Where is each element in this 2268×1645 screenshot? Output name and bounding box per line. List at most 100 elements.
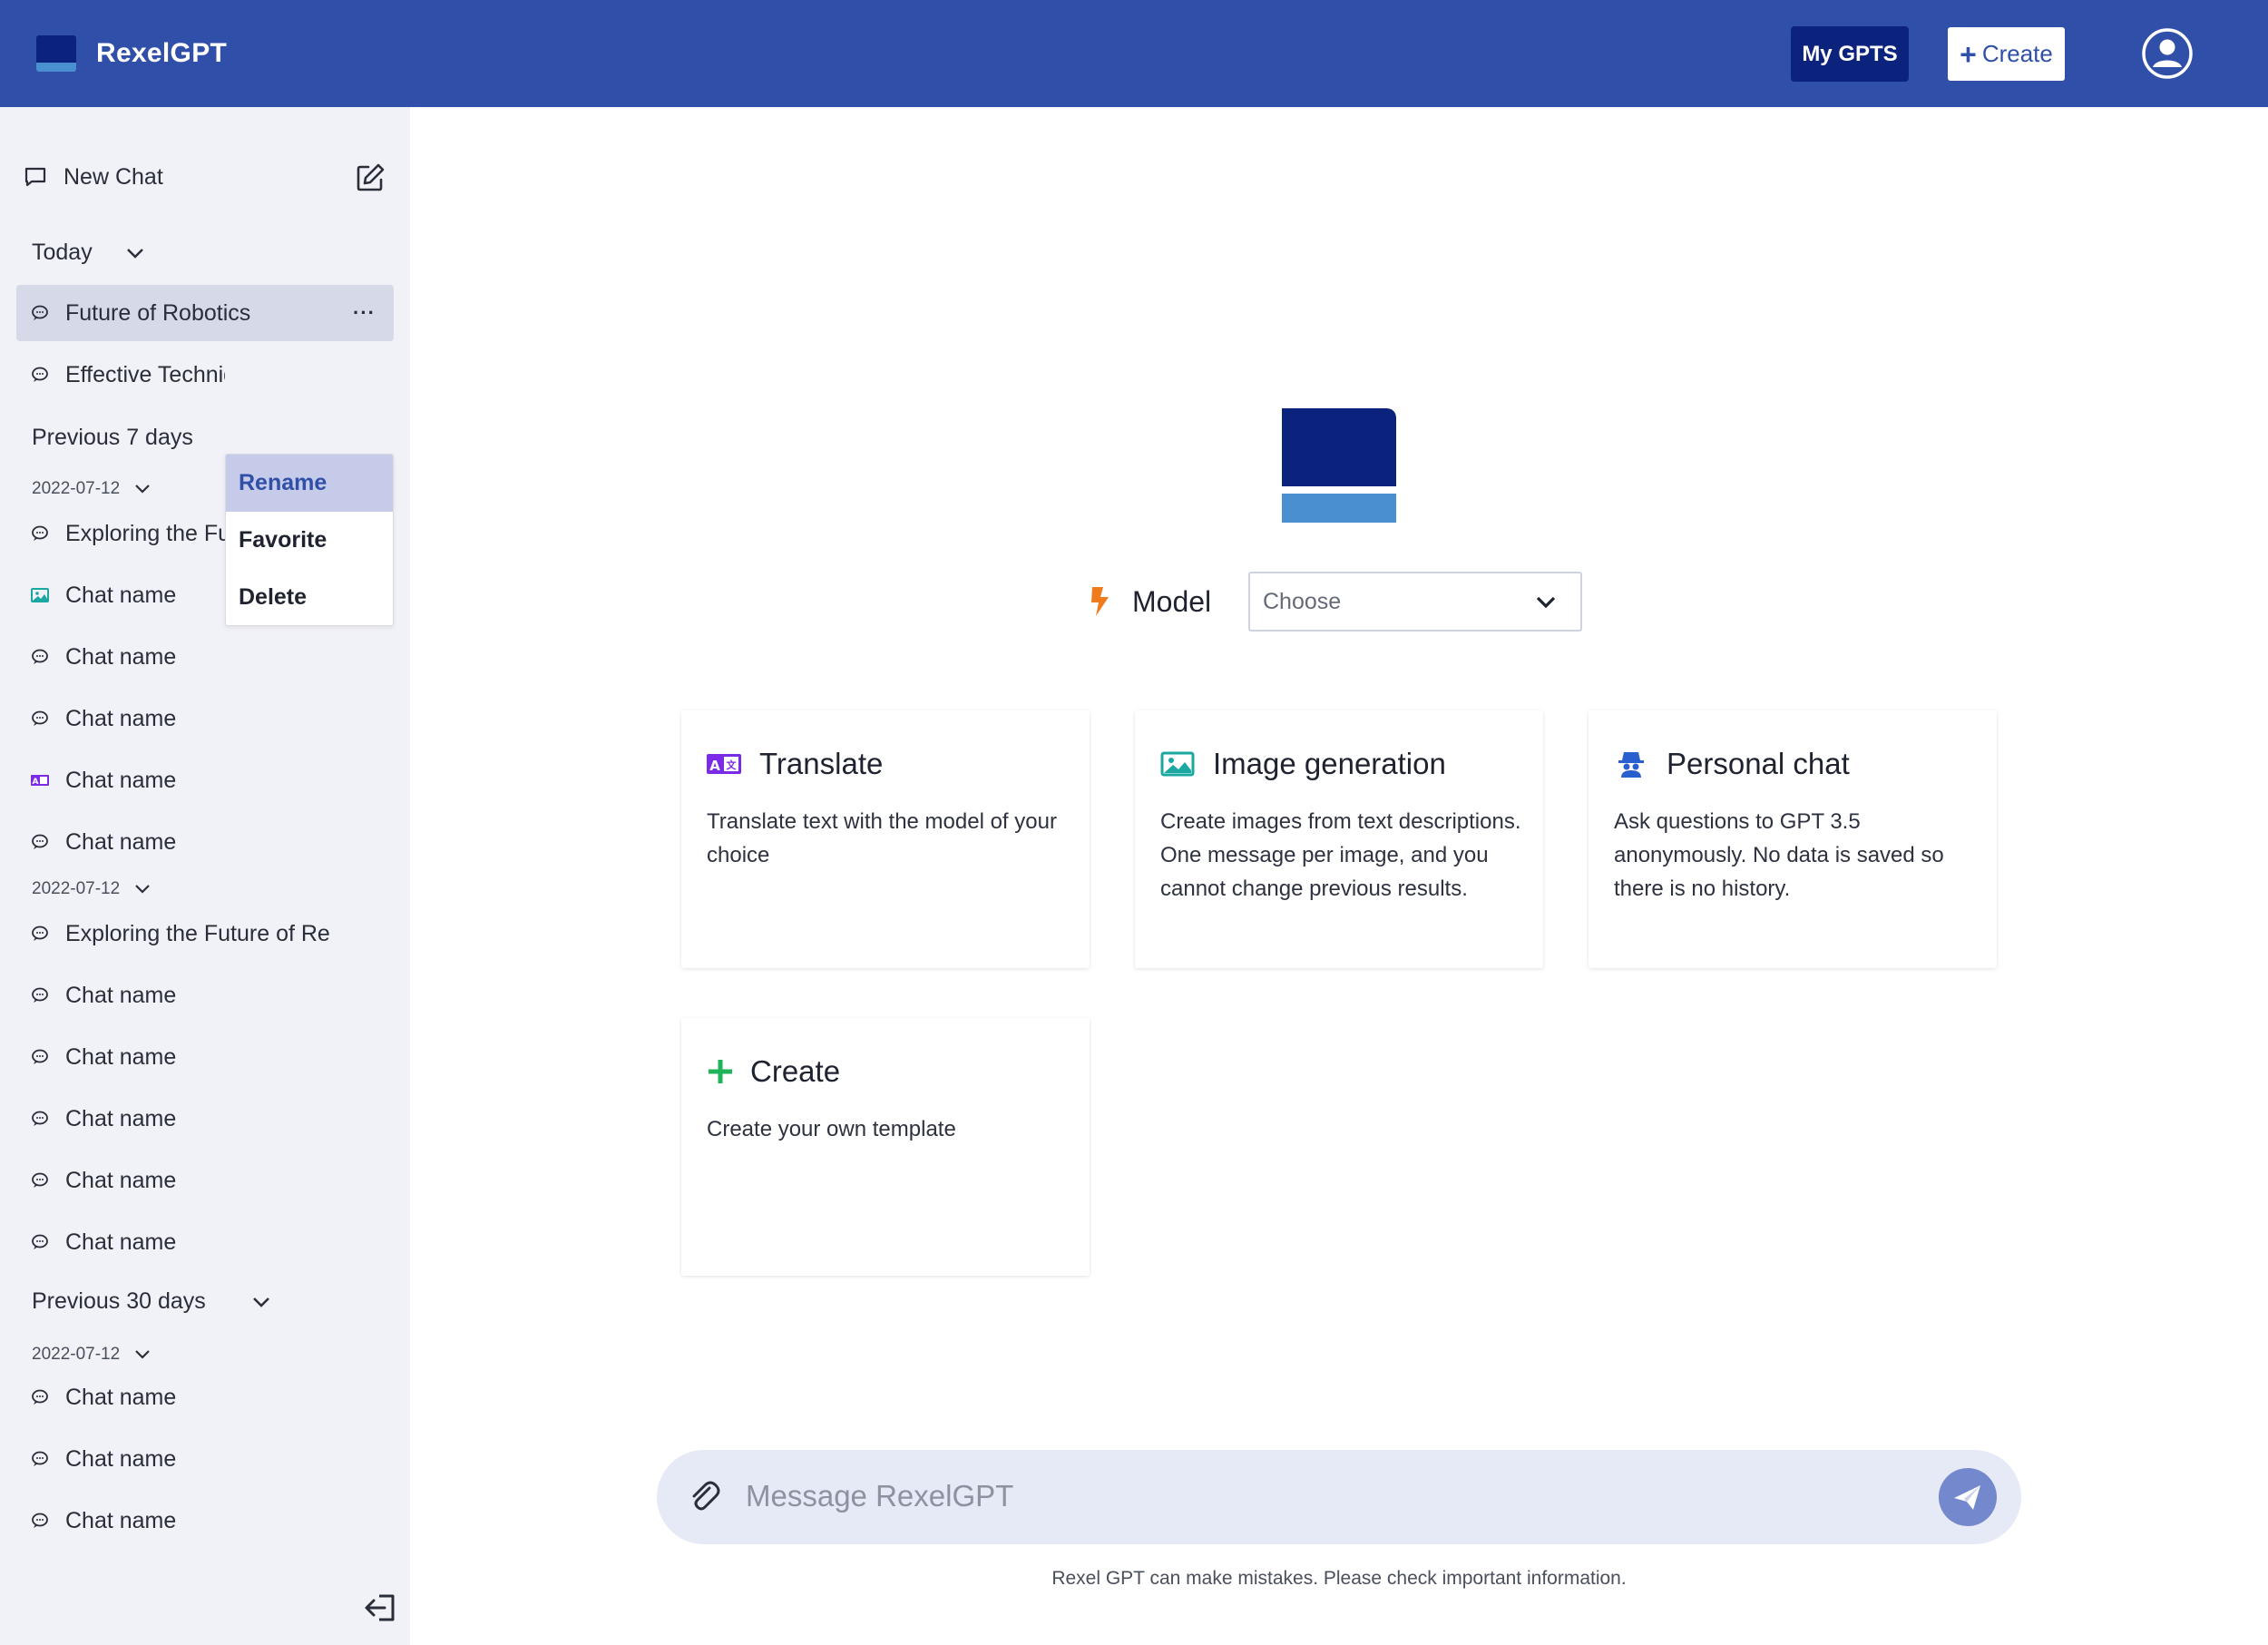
chat-bubble-icon xyxy=(32,925,48,941)
paperclip-icon[interactable] xyxy=(688,1479,720,1515)
sidebar-chat-item[interactable]: Chat name xyxy=(16,1152,394,1209)
sidebar-chat-item[interactable]: Chat name xyxy=(16,1493,394,1549)
chevron-down-icon xyxy=(135,1350,150,1359)
group-today-label: Today xyxy=(32,240,93,265)
card-title: Translate xyxy=(759,747,884,780)
chat-bubble-icon xyxy=(32,1172,48,1188)
image-icon xyxy=(1160,751,1195,777)
sidebar-chat-label: Chat name xyxy=(65,1507,177,1533)
card-description: Create your own template xyxy=(707,1117,956,1141)
sidebar-chat-label: Chat name xyxy=(65,1445,177,1472)
favorite-menu-item[interactable]: Favorite xyxy=(226,512,393,569)
sidebar-chat-label: Chat name xyxy=(65,1105,177,1131)
sidebar-chat-label: Effective Techniques xyxy=(65,361,225,387)
chat-bubble-icon xyxy=(32,367,48,382)
date-group-header[interactable]: 2022-07-12 xyxy=(32,879,151,899)
sidebar-chat-item[interactable]: Chat name xyxy=(16,629,394,685)
chevron-down-icon xyxy=(135,885,150,894)
sidebar-chat-item[interactable]: Chat name xyxy=(16,967,394,1023)
chevron-down-icon xyxy=(135,485,150,494)
sidebar-chat-item[interactable]: Chat name xyxy=(16,1029,394,1085)
chat-bubble-icon xyxy=(32,305,48,320)
sidebar-chat-label: Chat name xyxy=(65,705,177,731)
chat-bubble-icon xyxy=(32,987,48,1003)
new-chat-row[interactable]: New Chat xyxy=(24,151,386,203)
rename-menu-item[interactable]: Rename xyxy=(226,455,393,512)
date-group-header[interactable]: 2022-07-12 xyxy=(32,479,151,499)
translate-card[interactable]: A 文 Translate Translate text with the mo… xyxy=(681,710,1090,968)
sidebar-chat-item[interactable]: Chat name xyxy=(16,690,394,747)
sidebar-chat-item[interactable]: Exploring the Future of Re xyxy=(16,906,394,962)
model-select[interactable]: Choose xyxy=(1248,572,1582,632)
personal-chat-card[interactable]: Personal chat Ask questions to GPT 3.5 a… xyxy=(1589,710,1997,968)
sidebar-chat-item[interactable]: A Chat name xyxy=(16,752,394,808)
chat-bubble-icon xyxy=(32,1049,48,1064)
chat-bubble-icon xyxy=(32,710,48,726)
card-title: Personal chat xyxy=(1667,747,1850,780)
message-composer: Message RexelGPT xyxy=(657,1450,2021,1544)
incognito-icon xyxy=(1618,752,1644,778)
sidebar-chat-label: Chat name xyxy=(65,643,177,670)
chat-bubble-icon xyxy=(32,525,48,541)
chat-bubble-icon xyxy=(32,1451,48,1466)
group-today-header[interactable]: Today xyxy=(32,240,145,266)
card-description: Create images from text descriptions. On… xyxy=(1160,809,1521,901)
chevron-down-icon xyxy=(126,248,143,259)
message-input[interactable]: Message RexelGPT xyxy=(746,1479,1013,1513)
rexel-logo xyxy=(1282,408,1396,523)
svg-text:A: A xyxy=(33,778,39,787)
chat-square-icon xyxy=(24,167,46,187)
date-label: 2022-07-12 xyxy=(32,1345,121,1364)
top-bar: RexelGPT My GPTS + Create xyxy=(0,0,2268,107)
model-label: Model xyxy=(1132,584,1212,618)
date-group-header[interactable]: 2022-07-12 xyxy=(32,1345,151,1365)
create-button[interactable]: + Create xyxy=(1948,27,2065,81)
sidebar-chat-label: Chat name xyxy=(65,582,177,608)
chat-bubble-icon xyxy=(32,1389,48,1405)
sidebar-chat-label: Chat name xyxy=(65,982,177,1008)
send-button[interactable] xyxy=(1939,1468,1997,1526)
group-previous-7-header[interactable]: Previous 7 days xyxy=(32,425,193,451)
new-chat-label: New Chat xyxy=(64,163,163,190)
send-icon xyxy=(1954,1485,1980,1510)
model-select-value: Choose xyxy=(1263,588,1342,614)
translate-icon: A 文 xyxy=(707,754,741,774)
sidebar-chat-item[interactable]: Chat name xyxy=(16,1431,394,1487)
sidebar-chat-label: Chat name xyxy=(65,767,177,793)
delete-menu-item[interactable]: Delete xyxy=(226,569,393,625)
group-previous-30-header[interactable]: Previous 30 days xyxy=(32,1288,271,1315)
chat-bubble-icon xyxy=(32,1513,48,1528)
sidebar-chat-item[interactable]: Effective Techniques xyxy=(16,347,225,403)
create-button-label: Create xyxy=(1981,40,2053,67)
brand-logo xyxy=(36,35,76,72)
logout-icon[interactable] xyxy=(363,1591,397,1624)
chevron-down-icon xyxy=(252,1297,269,1307)
more-options-icon[interactable]: ··· xyxy=(353,301,376,325)
chat-context-menu: Rename Favorite Delete xyxy=(225,454,394,626)
my-gpts-button[interactable]: My GPTS xyxy=(1791,26,1909,82)
edit-icon[interactable] xyxy=(354,162,386,194)
sidebar-chat-item[interactable]: Chat name xyxy=(16,1091,394,1147)
bolt-icon xyxy=(1091,587,1109,616)
sidebar-chat-item[interactable]: Chat name xyxy=(16,1214,394,1270)
sidebar-chat-label: Exploring the Future of Re xyxy=(65,920,330,946)
image-generation-card[interactable]: Image generation Create images from text… xyxy=(1135,710,1543,968)
sidebar-chat-label: Chat name xyxy=(65,1043,177,1070)
card-title: Create xyxy=(750,1054,841,1088)
image-icon xyxy=(31,588,49,602)
brand[interactable]: RexelGPT xyxy=(36,35,227,72)
sidebar-chat-item[interactable]: Chat name xyxy=(16,1369,394,1425)
sidebar-chat-item[interactable]: Chat name xyxy=(16,814,394,870)
sidebar-chat-label: Future of Robotics xyxy=(65,299,251,326)
svg-text:文: 文 xyxy=(727,759,738,771)
chat-bubble-icon xyxy=(32,649,48,664)
user-avatar-icon[interactable] xyxy=(2141,27,2194,80)
disclaimer-text: Rexel GPT can make mistakes. Please chec… xyxy=(1051,1568,1627,1589)
create-template-card[interactable]: Create Create your own template xyxy=(681,1018,1090,1276)
plus-icon: + xyxy=(1960,37,1977,71)
chat-bubble-icon xyxy=(32,1111,48,1126)
sidebar-chat-item[interactable]: Future of Robotics ··· xyxy=(16,285,394,341)
sidebar-chat-label: Chat name xyxy=(65,1167,177,1193)
chat-bubble-icon xyxy=(32,1234,48,1249)
card-description: Ask questions to GPT 3.5 anonymously. No… xyxy=(1614,809,1944,901)
